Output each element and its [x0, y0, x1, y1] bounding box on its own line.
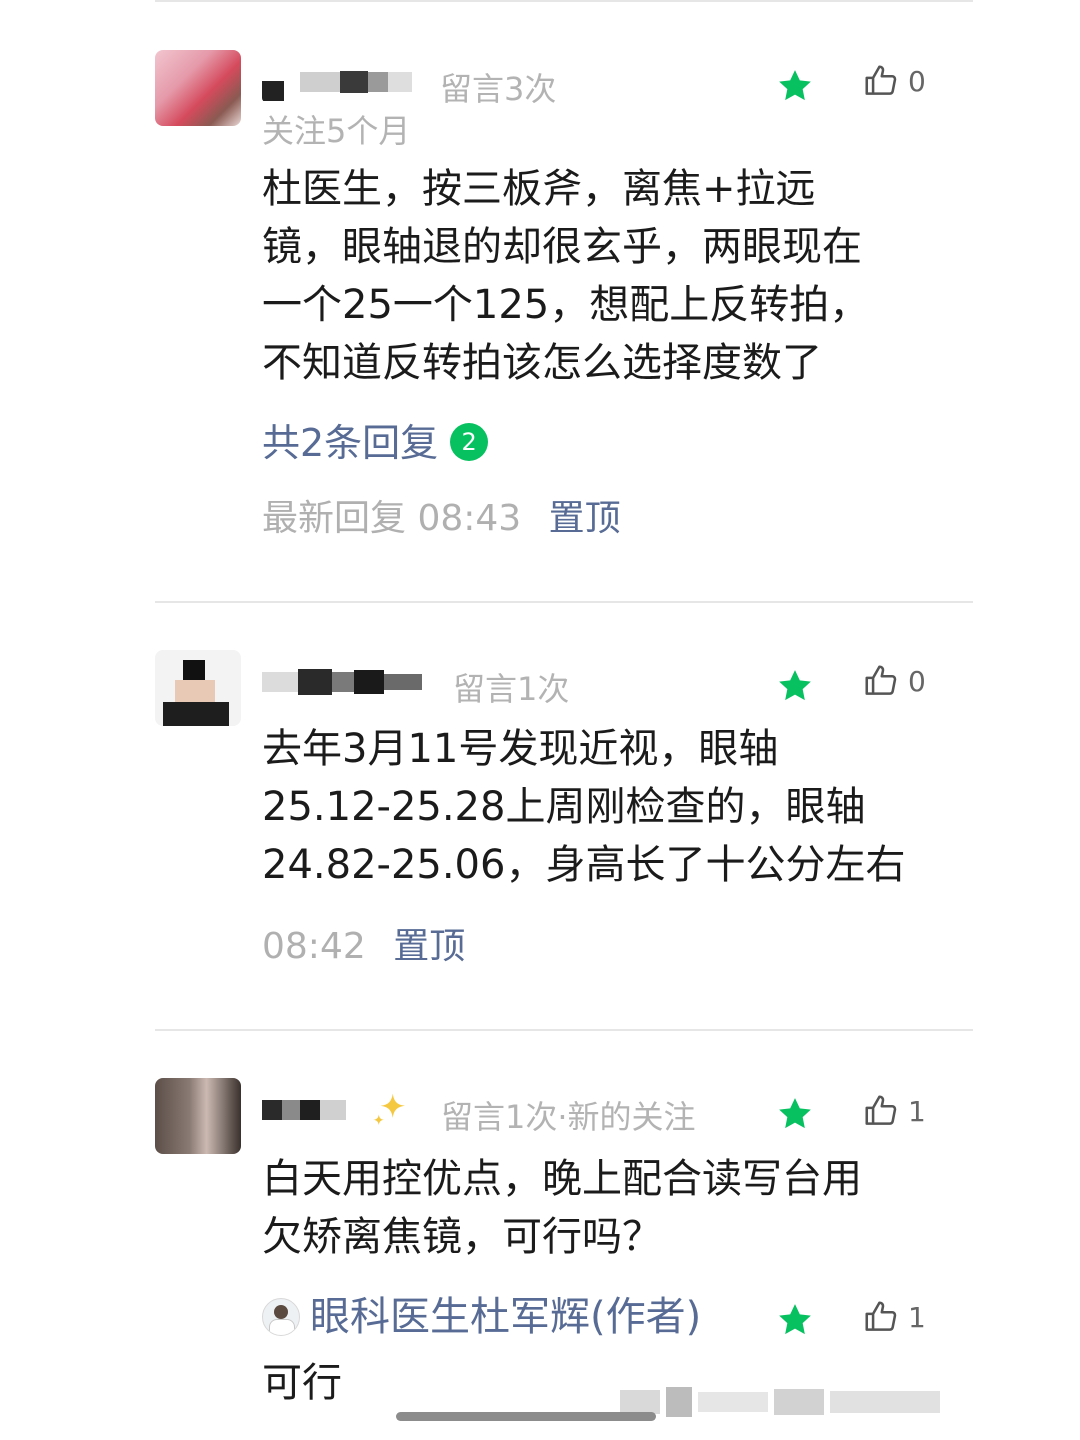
replies-link[interactable]: 共2条回复 2: [262, 414, 489, 472]
pin-button[interactable]: 置顶: [393, 926, 465, 967]
thumbs-up-icon: [865, 665, 897, 695]
author-avatar[interactable]: [262, 1298, 300, 1336]
comment-meta: 留言1次·新的关注: [441, 1098, 696, 1136]
star-icon[interactable]: [775, 666, 815, 706]
like-count: 1: [908, 1094, 926, 1128]
latest-reply-time: 最新回复 08:43: [262, 498, 522, 539]
replies-count-badge: 2: [450, 422, 489, 461]
thumbs-up-icon: [865, 65, 897, 95]
comment-divider: [155, 1029, 973, 1031]
scroll-indicator[interactable]: [396, 1412, 656, 1421]
star-icon[interactable]: [775, 66, 815, 106]
avatar[interactable]: [155, 1078, 241, 1154]
username-blurred[interactable]: [262, 62, 412, 102]
comment-line: 不知道反转拍该怎么选择度数了: [262, 340, 822, 386]
follow-duration: 关注5个月: [262, 112, 411, 150]
top-divider: [155, 0, 973, 2]
avatar[interactable]: [155, 650, 241, 726]
blurred-watermark: [620, 1384, 946, 1420]
comment-meta: 留言1次: [453, 670, 570, 708]
comment-line: 白天用控优点，晚上配合读写台用: [262, 1156, 862, 1202]
star-icon[interactable]: [775, 1300, 815, 1340]
latest-reply-row: 最新回复 08:43 置顶: [262, 490, 621, 548]
comment-line: 一个25一个125，想配上反转拍，: [262, 282, 870, 328]
comment-line: 欠矫离焦镜，可行吗？: [262, 1214, 662, 1260]
like-count: 0: [908, 64, 926, 98]
like-button[interactable]: 0: [862, 662, 926, 700]
thumbs-up-icon: [865, 1301, 897, 1331]
comment-time: 08:42: [262, 926, 366, 967]
comment-line: 镜，眼轴退的却很玄乎，两眼现在: [262, 224, 862, 270]
reply-text: 可行: [262, 1360, 342, 1406]
comment-line: 去年3月11号发现近视，眼轴: [262, 726, 779, 772]
time-row: 08:42 置顶: [262, 918, 465, 976]
author-name[interactable]: 眼科医生杜军辉(作者): [310, 1288, 701, 1346]
like-button[interactable]: 0: [862, 62, 926, 100]
star-icon[interactable]: [775, 1094, 815, 1134]
pin-button[interactable]: 置顶: [549, 498, 621, 539]
thumbs-up-icon: [865, 1095, 897, 1125]
like-button[interactable]: 1: [862, 1092, 926, 1130]
avatar[interactable]: [155, 50, 241, 126]
like-count: 0: [908, 664, 926, 698]
replies-label: 共2条回复: [262, 421, 439, 465]
like-count: 1: [908, 1300, 926, 1334]
comment-line: 25.12-25.28上周刚检查的，眼轴: [262, 784, 866, 830]
like-button[interactable]: 1: [862, 1298, 926, 1336]
comment-line: 24.82-25.06，身高长了十公分左右: [262, 842, 906, 888]
username-blurred[interactable]: [262, 1090, 362, 1130]
comment-line: 杜医生，按三板斧，离焦+拉远: [262, 166, 816, 212]
username-blurred[interactable]: [262, 662, 427, 702]
sparkle-icon: [373, 1093, 405, 1125]
comment-meta: 留言3次: [440, 70, 557, 108]
comment-divider: [155, 601, 973, 603]
